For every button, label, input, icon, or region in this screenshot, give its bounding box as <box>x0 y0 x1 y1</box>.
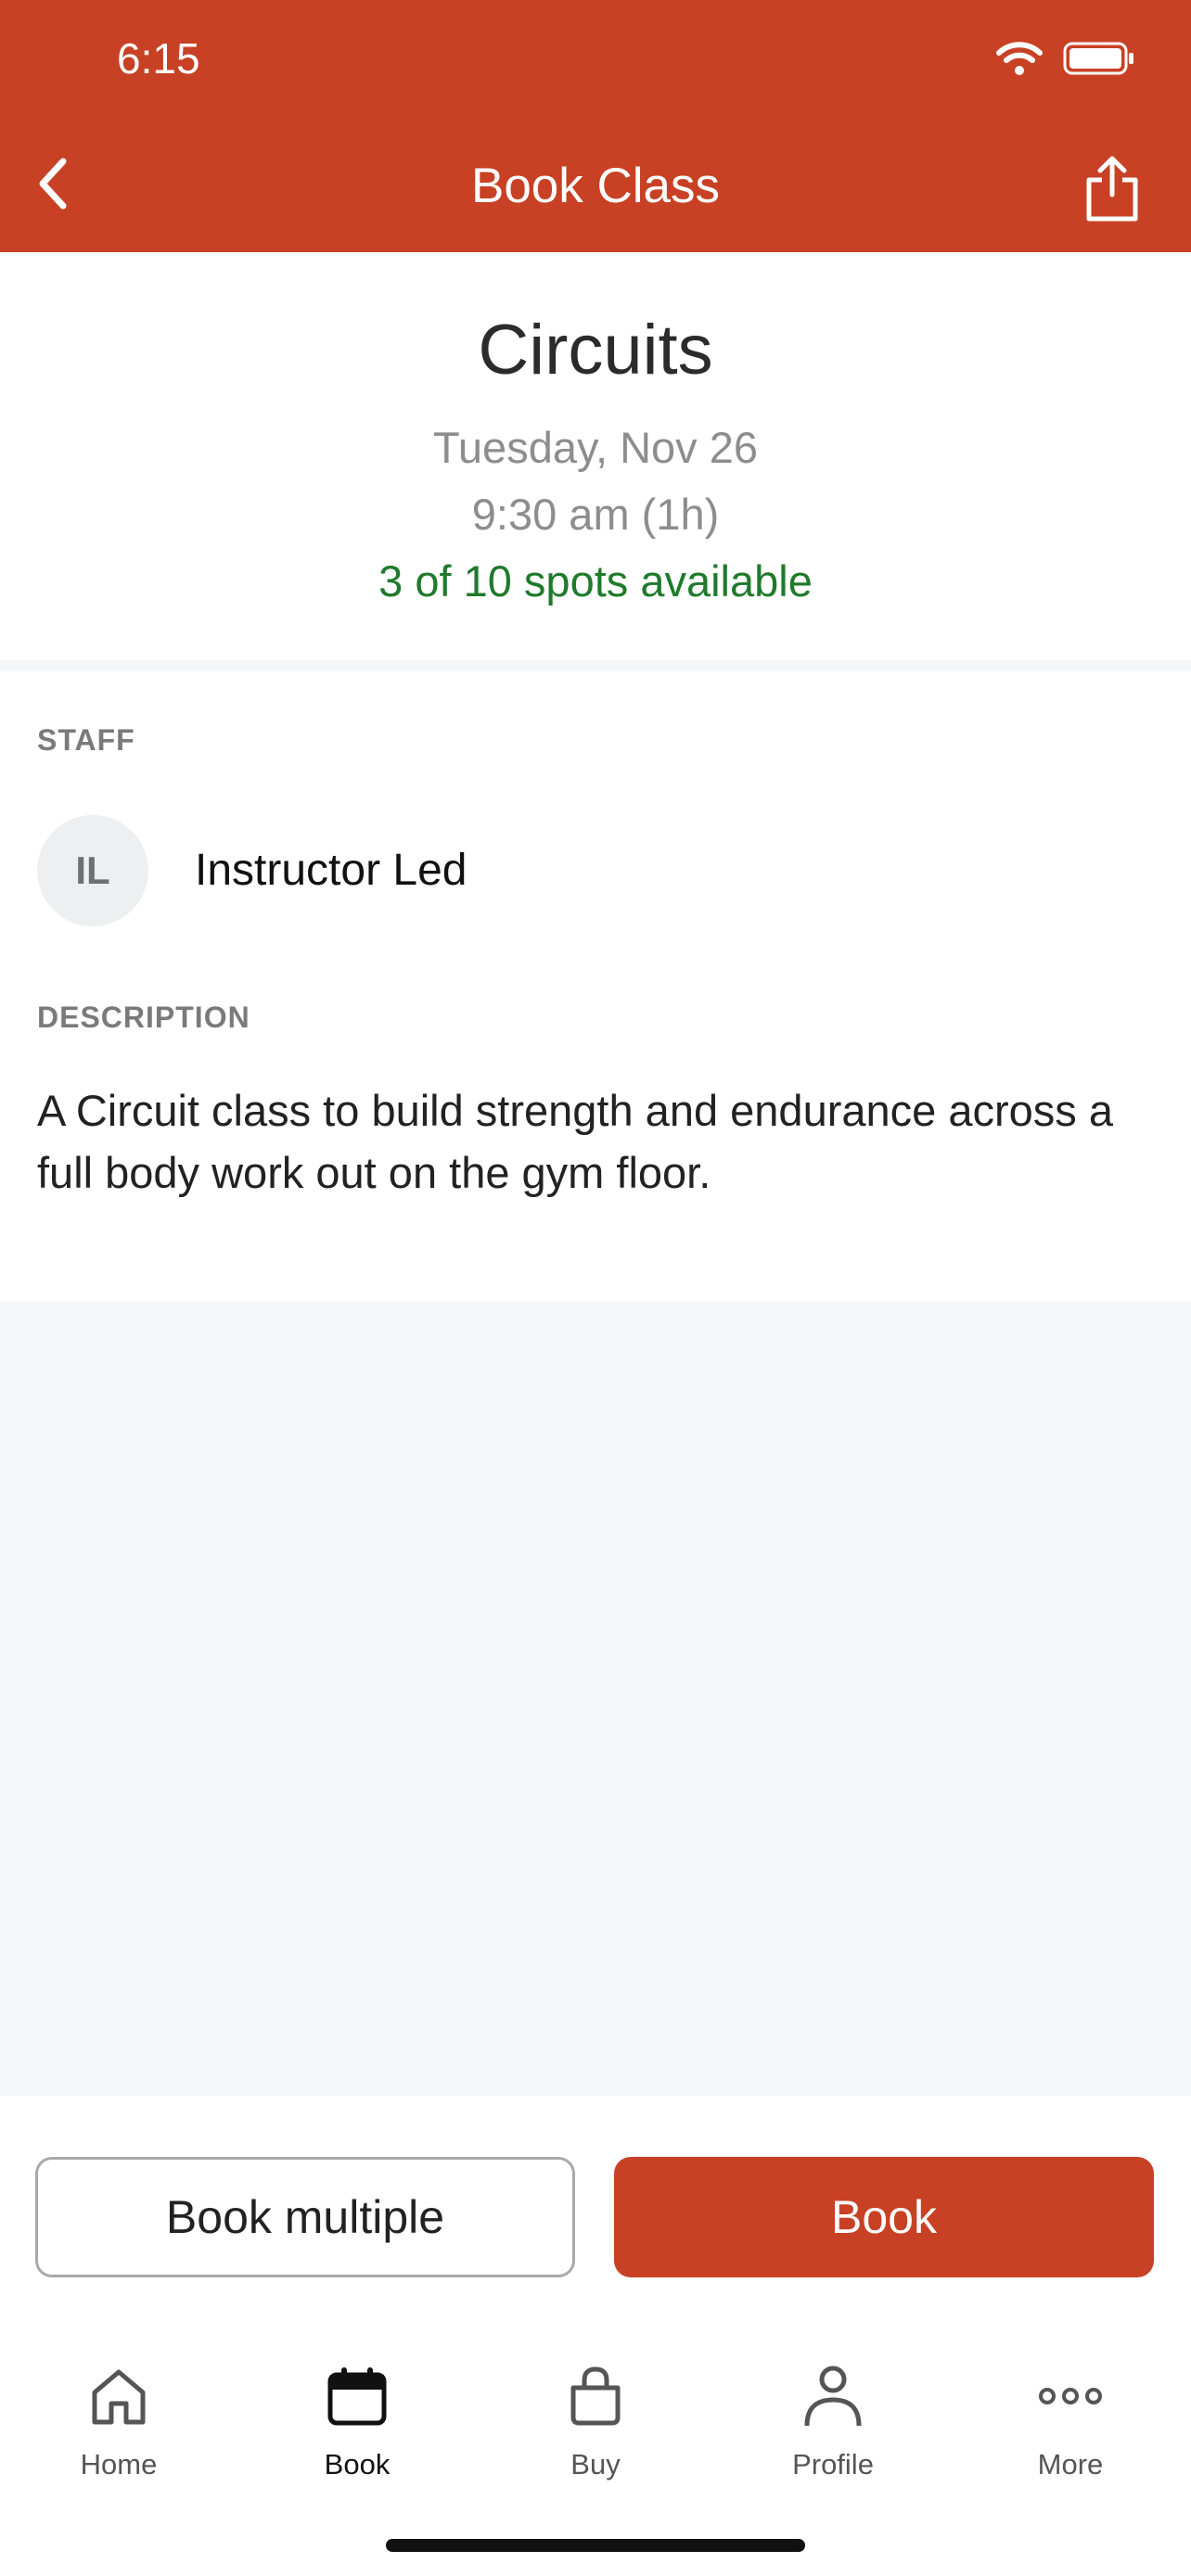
tab-label: Home <box>80 2448 158 2480</box>
page-title: Book Class <box>470 159 721 213</box>
home-icon <box>92 2369 146 2425</box>
staff-name: Instructor Led <box>195 846 467 895</box>
status-icons <box>996 41 1135 76</box>
status-time: 6:15 <box>117 34 200 83</box>
book-multiple-button[interactable]: Book multiple <box>35 2157 575 2277</box>
tab-profile[interactable]: Profile <box>740 2361 926 2481</box>
tab-more[interactable]: More <box>978 2361 1163 2481</box>
tab-bar: Home Book Buy Profile More <box>0 2316 1191 2576</box>
class-details: STAFF IL Instructor Led DESCRIPTION A Ci… <box>0 671 1191 1302</box>
tab-home[interactable]: Home <box>26 2361 211 2481</box>
top-bar: 6:15 Book Class <box>0 0 1191 252</box>
avatar: IL <box>37 815 148 926</box>
staff-heading: STAFF <box>37 723 135 757</box>
description-heading: DESCRIPTION <box>37 1001 250 1034</box>
action-bar: Book multiple Book <box>0 2096 1191 2316</box>
tab-label: More <box>1037 2448 1104 2480</box>
person-icon <box>804 2366 862 2427</box>
share-icon[interactable] <box>1080 154 1145 223</box>
more-dots-icon <box>1039 2388 1102 2404</box>
tab-label: Buy <box>570 2448 621 2480</box>
home-indicator <box>386 2539 805 2552</box>
class-time: 9:30 am (1h) <box>471 490 720 539</box>
shopping-bag-icon <box>570 2366 621 2426</box>
tab-label: Profile <box>792 2448 874 2480</box>
calendar-icon <box>327 2367 387 2426</box>
class-summary: Circuits Tuesday, Nov 26 9:30 am (1h) 3 … <box>0 252 1191 660</box>
tab-label: Book <box>324 2448 391 2480</box>
battery-icon <box>1063 42 1133 75</box>
wifi-icon <box>996 42 1043 75</box>
class-name: Circuits <box>478 311 713 389</box>
tab-book[interactable]: Book <box>264 2361 450 2481</box>
book-button[interactable]: Book <box>614 2157 1154 2277</box>
tab-buy[interactable]: Buy <box>503 2361 688 2481</box>
class-date: Tuesday, Nov 26 <box>432 423 759 472</box>
description-text: A Circuit class to build strength and en… <box>37 1086 1113 1197</box>
spots-available: 3 of 10 spots available <box>378 556 813 606</box>
